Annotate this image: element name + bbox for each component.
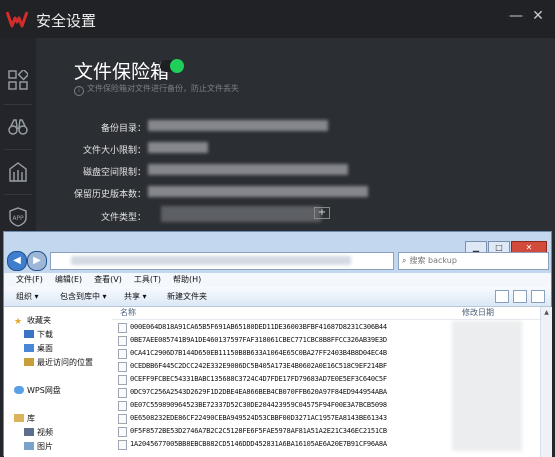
navigation-pane: ★ 收藏夹 下载 桌面 最近访问的位置 WPS网盘 库 视频 图片 bbox=[4, 307, 113, 457]
file-icon bbox=[118, 401, 127, 411]
command-bar: 组织 ▾ 包含到库中 ▾ 共享 ▾ 新建文件夹 bbox=[4, 287, 551, 307]
preview-pane-icon[interactable] bbox=[513, 290, 527, 303]
include-in-library-button[interactable]: 包含到库中 ▾ bbox=[60, 287, 107, 306]
file-name: 1A2045677005BB8EBCB882CD5146DDD452831A6B… bbox=[130, 440, 387, 448]
app-shield-icon: APP bbox=[9, 207, 27, 227]
file-icon bbox=[118, 388, 127, 398]
file-name: 0CEFF9FCBEC54331BABC135688C3724C4D7FDE17… bbox=[130, 375, 387, 383]
backup-dir-label: 备份目录： bbox=[100, 124, 146, 134]
disk-space-limit-label: 磁盘空间限制： bbox=[82, 168, 146, 178]
nav-wps-drive[interactable]: WPS网盘 bbox=[14, 385, 61, 397]
vertical-scrollbar[interactable]: ▲ bbox=[540, 307, 552, 457]
organize-button[interactable]: 组织 ▾ bbox=[16, 287, 39, 306]
nav-favorites[interactable]: ★ 收藏夹 bbox=[14, 315, 51, 327]
menu-bar: 文件(F) 编辑(E) 查看(V) 工具(T) 帮助(H) bbox=[4, 273, 551, 287]
svg-text:APP: APP bbox=[12, 215, 24, 222]
column-header: 名称 修改日期 bbox=[112, 307, 540, 320]
add-file-type-button[interactable]: + bbox=[314, 207, 330, 219]
file-icon bbox=[118, 336, 127, 346]
file-name: 0E6508232EDE86CF22490CEBA949524D53CBBF00… bbox=[130, 414, 387, 422]
back-button[interactable]: ◀ bbox=[7, 251, 27, 271]
address-row: ◀ ▶ ⌕ 搜索 backup bbox=[4, 249, 551, 272]
file-type-value[interactable] bbox=[161, 206, 321, 222]
vault-toggle[interactable] bbox=[160, 59, 184, 73]
nav-downloads[interactable]: 下载 bbox=[24, 329, 53, 341]
column-name[interactable]: 名称 bbox=[120, 307, 136, 319]
forward-button[interactable]: ▶ bbox=[27, 251, 47, 271]
file-icon bbox=[118, 362, 127, 372]
menu-edit[interactable]: 编辑(E) bbox=[55, 273, 82, 287]
binoculars-icon bbox=[8, 119, 28, 135]
history-versions-value[interactable] bbox=[148, 186, 368, 197]
file-size-limit-value[interactable] bbox=[148, 142, 208, 153]
security-settings-window: 安全设置 — ✕ APP 文件保险箱 i 文件保险箱对文件进行备份，防止文件丢失… bbox=[0, 0, 555, 240]
info-icon: i bbox=[74, 86, 84, 96]
nav-videos[interactable]: 视频 bbox=[24, 427, 53, 439]
nav-recent[interactable]: 最近访问的位置 bbox=[24, 357, 93, 369]
share-button[interactable]: 共享 ▾ bbox=[124, 287, 147, 306]
address-path bbox=[71, 256, 351, 265]
file-name: 0E07C559890964523BE72337D52C30DE20442395… bbox=[130, 401, 387, 409]
menu-help[interactable]: 帮助(H) bbox=[173, 273, 201, 287]
sidebar-item-protection[interactable] bbox=[0, 150, 36, 194]
nav-desktop[interactable]: 桌面 bbox=[24, 343, 53, 355]
address-bar[interactable] bbox=[50, 252, 394, 270]
menu-view[interactable]: 查看(V) bbox=[94, 273, 122, 287]
menu-file[interactable]: 文件(F) bbox=[16, 273, 43, 287]
close-icon[interactable]: ✕ bbox=[527, 8, 549, 24]
file-name: 0BE7AEE085741B9A1DE460137597FAF318061CBE… bbox=[130, 336, 387, 344]
file-type-label: 文件类型： bbox=[100, 213, 146, 223]
disk-space-limit-value[interactable] bbox=[148, 164, 348, 175]
shield-icon bbox=[9, 162, 27, 182]
file-icon bbox=[118, 349, 127, 359]
file-name: 0DC97C256A2543D2629F1D2DBE4EA866BEB4CB07… bbox=[130, 388, 387, 396]
file-icon bbox=[118, 427, 127, 437]
file-name: 0CEDBB6F445C2DCC242E332E9086DC5B405A173E… bbox=[130, 362, 387, 370]
file-icon bbox=[118, 375, 127, 385]
apps-grid-icon bbox=[8, 70, 28, 90]
file-icon bbox=[118, 323, 127, 333]
help-icon[interactable] bbox=[531, 290, 545, 303]
minimize-icon[interactable]: — bbox=[505, 8, 527, 24]
file-name: 0F5F8572BE53D2746A7B2C2C5128FE6F5FAE5978… bbox=[130, 427, 387, 435]
explorer-window: ▁ □ ✕ ◀ ▶ ⌕ 搜索 backup 文件(F) 编辑(E) 查看(V) 工具(T) 帮… bbox=[3, 231, 552, 457]
file-size-limit-label: 文件大小限制： bbox=[82, 146, 146, 156]
toggle-knob bbox=[170, 59, 184, 73]
video-icon bbox=[24, 428, 34, 436]
sidebar: APP bbox=[0, 38, 36, 240]
file-icon bbox=[118, 440, 127, 450]
view-options-icon[interactable] bbox=[495, 290, 509, 303]
file-name: 0CA41C2906D7B144D650EB11150B8B633A1064E6… bbox=[130, 349, 387, 357]
scroll-up-icon[interactable]: ▲ bbox=[542, 308, 551, 317]
pictures-icon bbox=[24, 442, 34, 450]
file-list: 名称 修改日期 000E064D818A91CA65B5F691AB65180D… bbox=[112, 307, 540, 457]
file-name: 000E064D818A91CA65B5F691AB65180DED11DE36… bbox=[130, 323, 387, 331]
desktop-icon bbox=[24, 344, 34, 352]
library-icon bbox=[14, 414, 24, 422]
vault-settings-panel: 文件保险箱 i 文件保险箱对文件进行备份，防止文件丢失 备份目录： 文件大小限制：… bbox=[36, 38, 555, 240]
nav-pictures[interactable]: 图片 bbox=[24, 441, 53, 453]
column-modified[interactable]: 修改日期 bbox=[462, 307, 494, 319]
new-folder-button[interactable]: 新建文件夹 bbox=[167, 287, 207, 306]
search-input[interactable]: ⌕ 搜索 backup bbox=[398, 252, 549, 270]
search-placeholder: 搜索 backup bbox=[409, 256, 457, 265]
app-title: 安全设置 bbox=[36, 12, 97, 30]
sidebar-item-apps[interactable] bbox=[0, 58, 36, 102]
vault-title: 文件保险箱 bbox=[74, 61, 170, 83]
search-icon: ⌕ bbox=[402, 256, 407, 265]
cloud-icon bbox=[14, 386, 24, 394]
nav-libraries[interactable]: 库 bbox=[14, 413, 35, 425]
menu-tools[interactable]: 工具(T) bbox=[134, 273, 161, 287]
vault-description: i 文件保险箱对文件进行备份，防止文件丢失 bbox=[74, 83, 239, 96]
file-icon bbox=[118, 414, 127, 424]
title-bar: 安全设置 — ✕ bbox=[0, 0, 555, 38]
star-icon: ★ bbox=[14, 317, 23, 327]
modified-dates-blurred bbox=[452, 321, 522, 451]
sidebar-item-scan[interactable] bbox=[0, 105, 36, 149]
backup-dir-value[interactable] bbox=[148, 120, 328, 131]
download-folder-icon bbox=[24, 330, 34, 338]
recent-places-icon bbox=[24, 358, 34, 366]
app-logo-icon bbox=[6, 11, 28, 28]
history-versions-label: 保留历史版本数： bbox=[73, 190, 146, 200]
